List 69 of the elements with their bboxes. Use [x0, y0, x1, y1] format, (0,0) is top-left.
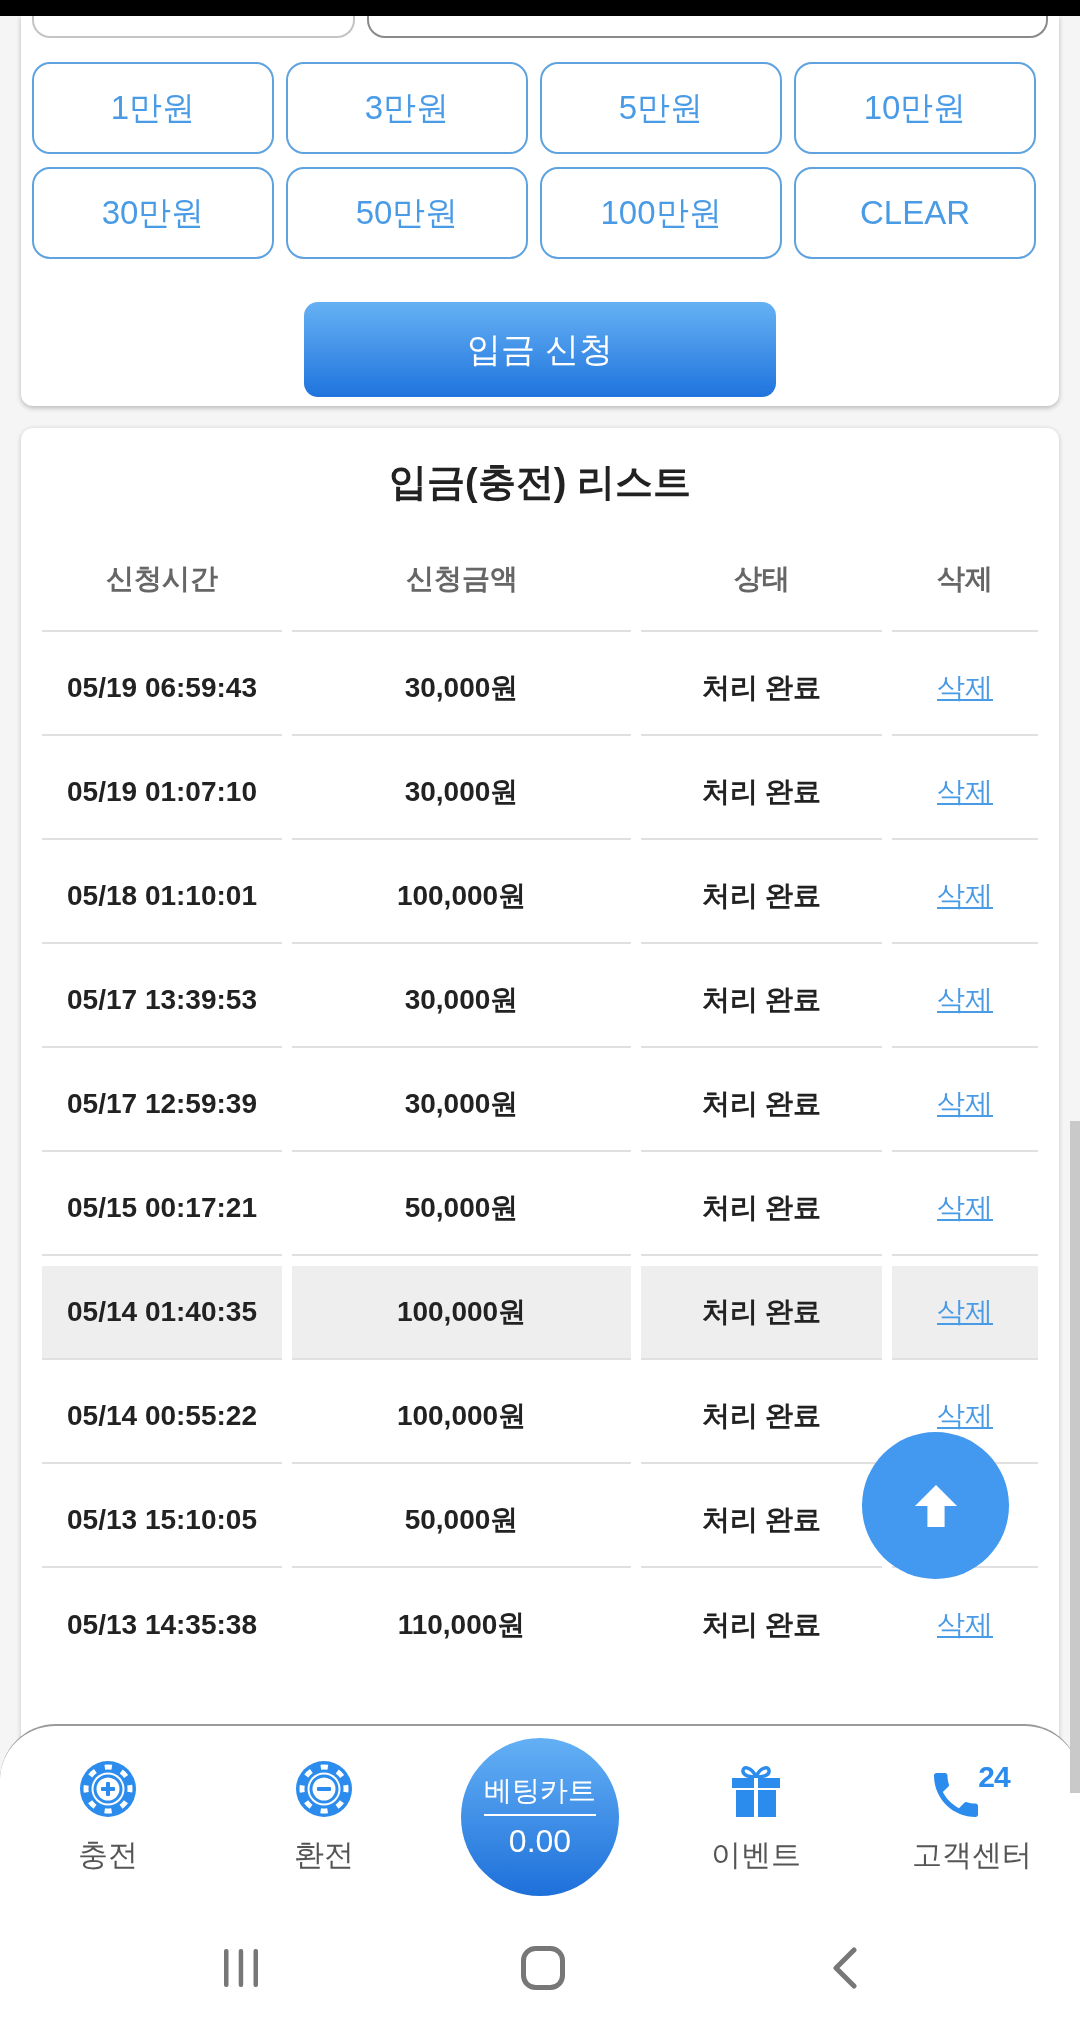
preset-button[interactable]: 30만원 [32, 167, 274, 259]
nav-item[interactable]: 환전 [294, 1761, 354, 1873]
table-cell: 05/15 00:17:21 [42, 1162, 282, 1256]
home-icon[interactable] [521, 1946, 565, 1990]
preset-button[interactable]: CLEAR [794, 167, 1036, 259]
phone-icon [934, 1773, 979, 1817]
chip-plus-icon [80, 1761, 136, 1817]
table-cell: 05/18 01:10:01 [42, 850, 282, 944]
table-cell: 100,000원 [292, 850, 631, 944]
column-header: 상태 [641, 528, 882, 632]
back-icon[interactable] [832, 1947, 858, 1989]
table-cell: 05/13 15:10:05 [42, 1474, 282, 1568]
preset-button[interactable]: 10만원 [794, 62, 1036, 154]
table-cell: 처리 완료 [641, 850, 882, 944]
table-cell: 05/19 01:07:10 [42, 746, 282, 840]
input-field[interactable] [367, 16, 1048, 38]
cart-button[interactable]: 베팅카트 0.00 [461, 1738, 619, 1896]
table-cell: 처리 완료 [641, 1266, 882, 1360]
table-cell: 50,000원 [292, 1474, 631, 1568]
column-header: 신청시간 [42, 528, 282, 632]
nav-item[interactable]: 이벤트 [711, 1761, 801, 1873]
table-cell-text: 110,000원 [396, 1608, 527, 1642]
delete-link[interactable]: 삭제 [937, 981, 993, 1019]
preset-button[interactable]: 100만원 [540, 167, 782, 259]
preset-button[interactable]: 5만원 [540, 62, 782, 154]
delete-link[interactable]: 삭제 [937, 669, 993, 707]
delete-link[interactable]: 삭제 [937, 1293, 993, 1331]
column-header: 삭제 [892, 528, 1038, 632]
table-cell: 100,000원 [292, 1370, 631, 1464]
table-cell: 30,000원 [292, 1058, 631, 1152]
cart-amount: 0.00 [508, 1822, 572, 1860]
list-title: 입금(충전) 리스트 [388, 460, 692, 505]
preset-button[interactable]: 50만원 [286, 167, 528, 259]
table-cell: 처리 완료 [641, 1162, 882, 1256]
input-field[interactable] [32, 16, 355, 38]
delete-link[interactable]: 삭제 [937, 877, 993, 915]
table-cell: 05/17 13:39:53 [42, 954, 282, 1048]
up-arrow-icon [914, 1484, 957, 1527]
preset-button[interactable]: 3만원 [286, 62, 528, 154]
table-cell: 100,000원 [292, 1266, 631, 1360]
chip-minus-icon [296, 1761, 352, 1817]
table-cell-text: 처리 완료 [700, 1608, 823, 1642]
hours-text: 24 [978, 1761, 1010, 1793]
nav-item[interactable]: 24 고객센터 [912, 1761, 1032, 1873]
recent-apps-icon[interactable] [223, 1948, 259, 1988]
delete-link[interactable]: 삭제 [937, 773, 993, 811]
preset-button[interactable]: 1만원 [32, 62, 274, 154]
delete-link[interactable]: 삭제 [937, 1397, 993, 1435]
column-header: 신청금액 [292, 528, 631, 632]
table-cell: 30,000원 [292, 642, 631, 736]
delete-link[interactable]: 삭제 [937, 1085, 993, 1123]
table-cell: 50,000원 [292, 1162, 631, 1256]
delete-link[interactable]: 삭제 [937, 1606, 993, 1644]
table-cell: 05/14 01:40:35 [42, 1266, 282, 1360]
table-cell: 처리 완료 [641, 954, 882, 1048]
table-cell-text: 05/13 14:35:38 [66, 1608, 258, 1642]
table-cell: 처리 완료 [641, 642, 882, 736]
table-cell: 30,000원 [292, 954, 631, 1048]
delete-link[interactable]: 삭제 [937, 1189, 993, 1227]
scrollbar[interactable] [1070, 1121, 1080, 1793]
table-cell: 05/17 12:59:39 [42, 1058, 282, 1152]
table-cell: 처리 완료 [641, 746, 882, 840]
nav-item[interactable]: 충전 [78, 1761, 138, 1873]
table-cell: 05/19 06:59:43 [42, 642, 282, 736]
cart-label: 베팅카트 [484, 1774, 596, 1808]
table-cell: 처리 완료 [641, 1058, 882, 1152]
table-cell: 05/14 00:55:22 [42, 1370, 282, 1464]
submit-button[interactable]: 입금 신청 [304, 302, 776, 397]
table-cell: 30,000원 [292, 746, 631, 840]
